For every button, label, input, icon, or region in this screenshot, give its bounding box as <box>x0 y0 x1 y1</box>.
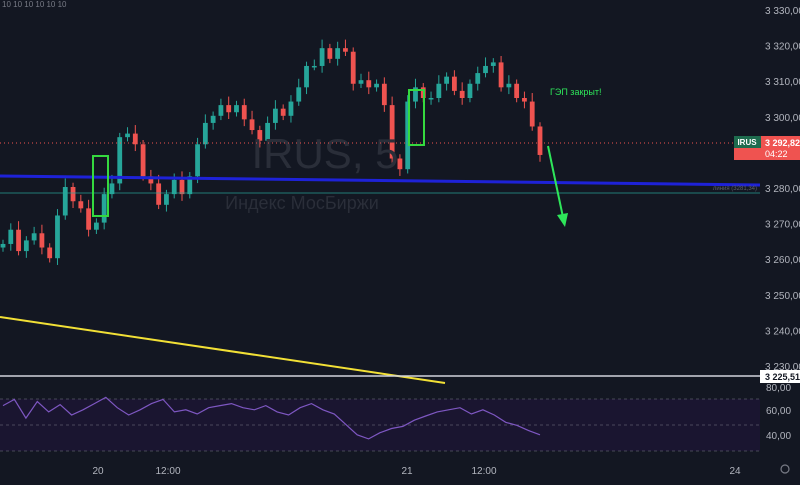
candle-body[interactable] <box>498 62 504 88</box>
candle-body[interactable] <box>343 48 348 52</box>
price-tick-label: 3 320,00 <box>765 42 800 53</box>
chart-area[interactable]: IRUS, 5 Индекс МосБиржи линия (3281,34) … <box>0 0 800 480</box>
ohlc-legend: 10 10 10 10 10 10 <box>2 0 67 9</box>
rsi-tick-label: 60,00 <box>766 406 791 417</box>
candle-body[interactable] <box>358 80 364 84</box>
candle-body[interactable] <box>179 179 185 195</box>
candle-body[interactable] <box>451 76 457 91</box>
candle-body[interactable] <box>101 194 107 223</box>
candle-body[interactable] <box>226 105 232 113</box>
candle-body[interactable] <box>335 48 341 59</box>
candle-body[interactable] <box>55 215 60 259</box>
watermark-description: Индекс МосБиржи <box>225 193 379 213</box>
candle-body[interactable] <box>381 83 387 106</box>
candle-body[interactable] <box>164 194 169 205</box>
candle-body[interactable] <box>319 48 325 66</box>
candle-body[interactable] <box>350 51 356 84</box>
candle-body[interactable] <box>140 144 146 177</box>
candle-body[interactable] <box>23 240 29 252</box>
candle-body[interactable] <box>39 233 45 248</box>
rsi-tick-label: 40,00 <box>766 431 791 442</box>
candle-body[interactable] <box>218 105 224 116</box>
candle-body[interactable] <box>272 108 278 123</box>
price-tag-countdown: 04:22 <box>765 149 788 159</box>
price-tag-value: 3 292,82 <box>765 138 800 148</box>
candle-body[interactable] <box>374 83 379 88</box>
candle-body[interactable] <box>483 65 488 74</box>
candle-body[interactable] <box>78 201 84 209</box>
time-tick-label: 20 <box>92 466 104 477</box>
rsi-axis[interactable]: 80,00 60,00 40,00 <box>766 383 791 442</box>
candle-body[interactable] <box>311 65 317 68</box>
candle-body[interactable] <box>327 48 333 59</box>
candle-body[interactable] <box>475 73 481 84</box>
candle-body[interactable] <box>444 76 450 84</box>
price-tick-label: 3 280,00 <box>765 184 800 195</box>
candle-body[interactable] <box>171 179 177 195</box>
price-tick-label: 3 310,00 <box>765 77 800 88</box>
candle-body[interactable] <box>459 90 465 98</box>
candle-body[interactable] <box>241 105 247 120</box>
candle-body[interactable] <box>428 98 434 100</box>
candle-body[interactable] <box>31 233 37 241</box>
candle-body[interactable] <box>249 119 255 131</box>
candle-body[interactable] <box>506 83 512 88</box>
price-tick-label: 3 300,00 <box>765 113 800 124</box>
price-tick-label: 3 250,00 <box>765 291 800 302</box>
time-tick-label: 12:00 <box>471 466 496 477</box>
price-tick-label: 3 260,00 <box>765 255 800 266</box>
candle-body[interactable] <box>62 187 68 216</box>
symbol-tag-label: IRUS <box>737 138 757 147</box>
candle-body[interactable] <box>304 65 309 88</box>
annotation-text[interactable]: ГЭП закрыт! <box>550 87 601 97</box>
candle-body[interactable] <box>195 144 200 177</box>
candle-body[interactable] <box>288 101 294 116</box>
candle-body[interactable] <box>514 83 520 98</box>
candle-body[interactable] <box>210 115 216 123</box>
candle-body[interactable] <box>8 229 14 244</box>
horizontal-line-label: линия (3281,34) <box>713 186 757 192</box>
price-chart: IRUS, 5 Индекс МосБиржи линия (3281,34) … <box>0 0 800 480</box>
candle-body[interactable] <box>202 122 208 145</box>
level-tag-value: 3 225,51 <box>765 372 800 382</box>
candle-body[interactable] <box>490 62 496 66</box>
price-tick-label: 3 240,00 <box>765 326 800 337</box>
rsi-tick-label: 80,00 <box>766 383 791 394</box>
price-tick-label: 3 270,00 <box>765 220 800 231</box>
candle-body[interactable] <box>93 222 99 230</box>
candle-body[interactable] <box>280 108 286 116</box>
candle-body[interactable] <box>366 80 372 88</box>
watermark-symbol: IRUS, 5 <box>251 130 398 177</box>
candle-body[interactable] <box>125 133 130 138</box>
price-tick-label: 3 330,00 <box>765 6 800 17</box>
candle-body[interactable] <box>529 101 535 127</box>
candle-body[interactable] <box>537 126 543 155</box>
candle-body[interactable] <box>0 243 6 248</box>
candle-body[interactable] <box>296 87 302 102</box>
candle-body[interactable] <box>86 208 92 230</box>
candle-body[interactable] <box>436 83 442 98</box>
time-tick-label: 21 <box>401 466 413 477</box>
candle-body[interactable] <box>156 183 162 205</box>
candle-body[interactable] <box>467 83 473 98</box>
candle-body[interactable] <box>70 187 76 202</box>
candle-body[interactable] <box>47 247 53 259</box>
candle-body[interactable] <box>16 229 21 252</box>
time-tick-label: 12:00 <box>155 466 180 477</box>
time-tick-label: 24 <box>729 466 741 477</box>
candle-body[interactable] <box>522 98 527 102</box>
candle-body[interactable] <box>234 105 239 113</box>
